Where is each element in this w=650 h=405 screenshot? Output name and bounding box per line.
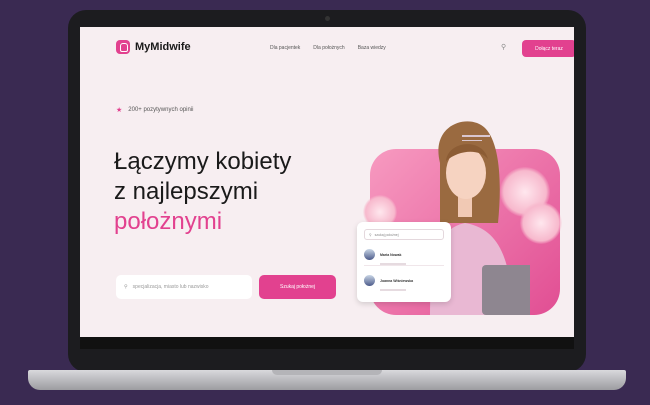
midwife-name: Maria Nowak [380,253,402,258]
search-icon: ⚲ [369,232,372,237]
screen-bezel [80,337,574,349]
card-search-text: szukaj położnej [374,232,399,237]
logo-text: MyMidwife [135,41,191,53]
nav-links: Dla pacjentek Dla położnych Baza wiedzy [270,45,386,51]
rating-text: 200+ pozytywnych opinii [128,107,194,113]
avatar [364,248,375,260]
avatar [364,274,375,286]
nav-link-midwives[interactable]: Dla położnych [313,45,344,51]
laptop-notch [272,370,382,375]
search-icon[interactable]: ⚲ [501,43,506,51]
search-midwife-button[interactable]: Szukaj położnej [259,275,336,299]
star-icon: ★ [116,107,123,114]
search-input[interactable]: ⚲ specjalizacja, miasto lub nazwisko [116,275,252,299]
top-nav: MyMidwife Dla pacjentek Dla położnych Ba… [80,27,574,71]
headline-line-2: z najlepszymi [114,178,259,205]
search-placeholder: specjalizacja, miasto lub nazwisko [132,284,209,290]
nav-link-knowledge[interactable]: Baza wiedzy [358,45,386,51]
list-item[interactable]: Maria Nowak [364,244,444,265]
list-item[interactable]: Joanna Wiśniewska [364,270,444,291]
nav-link-patients[interactable]: Dla pacjentek [270,45,300,51]
laptop-base [28,370,626,390]
logo-icon [116,40,130,54]
search-icon: ⚲ [124,284,128,290]
camera-icon [325,16,330,21]
divider [364,265,444,266]
midwife-name: Joanna Wiśniewska [380,279,414,284]
card-search-input[interactable]: ⚲ szukaj położnej [364,229,444,240]
midwife-list-card: ⚲ szukaj położnej Maria Nowak Joanna Wiś… [357,222,451,302]
website-screen: MyMidwife Dla pacjentek Dla położnych Ba… [80,27,574,349]
join-button[interactable]: Dołącz teraz [522,40,574,57]
headline-line-3: położnymi [114,208,223,235]
logo[interactable]: MyMidwife [116,40,191,54]
name-tag [462,132,510,146]
hero-headline: Łączymy kobiety z najlepszymi położnymi [114,147,291,237]
headline-line-1: Łączymy kobiety [114,148,292,175]
rating-badge: ★ 200+ pozytywnych opinii [116,106,194,114]
